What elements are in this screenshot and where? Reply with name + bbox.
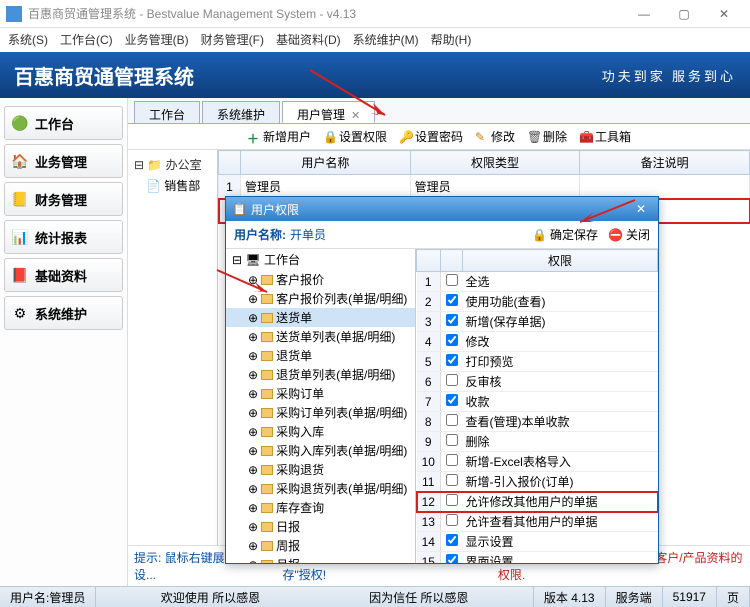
menu-3[interactable]: 财务管理(F) — [195, 28, 270, 52]
perm-tree-item[interactable]: ⊕月报 — [226, 555, 415, 563]
perm-tree-item[interactable]: ⊕日报 — [226, 517, 415, 536]
menu-6[interactable]: 帮助(H) — [425, 28, 478, 52]
perm-checkbox[interactable] — [446, 474, 458, 486]
perm-tree-item[interactable]: ⊕库存查询 — [226, 498, 415, 517]
menu-1[interactable]: 工作台(C) — [54, 28, 119, 52]
perm-tree-item[interactable]: ⊕采购退货 — [226, 460, 415, 479]
sidebar-item-5[interactable]: ⚙系统维护 — [4, 296, 123, 330]
sidebar-item-4[interactable]: 📕基础资料 — [4, 258, 123, 292]
perm-row[interactable]: 9删除 — [417, 432, 658, 452]
perm-tree-item[interactable]: ⊕周报 — [226, 536, 415, 555]
user-name-value: 开单员 — [290, 226, 326, 243]
perm-row[interactable]: 14显示设置 — [417, 532, 658, 552]
status-user: 用户名:管理员 — [0, 587, 96, 607]
sidebar: 🟢工作台 🏠业务管理 📒财务管理 📊统计报表 📕基础资料 ⚙系统维护 — [0, 98, 128, 586]
close-button[interactable]: ✕ — [704, 0, 744, 28]
status-server: 服务端 — [606, 587, 663, 607]
maximize-button[interactable]: ▢ — [664, 0, 704, 28]
perm-checkbox[interactable] — [446, 434, 458, 446]
perm-checkbox[interactable] — [446, 534, 458, 546]
perm-row[interactable]: 11新增-引入报价(订单) — [417, 472, 658, 492]
dept-tree[interactable]: ⊟ 📁 办公室 📄 销售部 — [128, 150, 218, 586]
banner-slogan: 功夫到家 服务到心 — [602, 66, 736, 85]
sidebar-item-1[interactable]: 🏠业务管理 — [4, 144, 123, 178]
tab-1[interactable]: 系统维护 — [202, 101, 280, 123]
app-icon — [6, 6, 22, 22]
status-pages: 页 — [717, 587, 750, 607]
sidebar-item-0[interactable]: 🟢工作台 — [4, 106, 123, 140]
lock-icon: 🔒 — [532, 228, 547, 242]
status-bar: 用户名:管理员 欢迎使用 所以感恩 因为信任 所以感恩 版本 4.13 服务端 … — [0, 586, 750, 607]
perm-tree-item[interactable]: ⊕采购入库 — [226, 422, 415, 441]
window-title: 百惠商贸通管理系统 - Bestvalue Management System … — [28, 5, 624, 22]
perm-row[interactable]: 10新增-Excel表格导入 — [417, 452, 658, 472]
menubar: 系统(S)工作台(C)业务管理(B)财务管理(F)基础资料(D)系统维护(M)帮… — [0, 28, 750, 52]
status-version: 版本 4.13 — [534, 587, 606, 607]
menu-0[interactable]: 系统(S) — [2, 28, 54, 52]
perm-checkbox[interactable] — [446, 514, 458, 526]
tab-0[interactable]: 工作台 — [134, 101, 200, 123]
menu-5[interactable]: 系统维护(M) — [347, 28, 425, 52]
perm-tree-item[interactable]: ⊕采购入库列表(单据/明细) — [226, 441, 415, 460]
menu-4[interactable]: 基础资料(D) — [270, 28, 347, 52]
sidebar-item-2[interactable]: 📒财务管理 — [4, 182, 123, 216]
perm-tree-item[interactable]: ⊕采购退货列表(单据/明细) — [226, 479, 415, 498]
perm-checkbox[interactable] — [446, 494, 458, 506]
sidebar-item-3[interactable]: 📊统计报表 — [4, 220, 123, 254]
menu-2[interactable]: 业务管理(B) — [119, 28, 195, 52]
banner-title: 百惠商贸通管理系统 — [14, 61, 194, 90]
perm-checkbox[interactable] — [446, 454, 458, 466]
perm-checkbox[interactable] — [446, 554, 458, 563]
toolbtn-0[interactable]: ＋新增用户 — [247, 128, 311, 145]
minimize-button[interactable]: — — [624, 0, 664, 28]
user-name-label: 用户名称: — [234, 226, 286, 243]
perm-row[interactable]: 13允许查看其他用户的单据 — [417, 512, 658, 532]
status-count: 51917 — [663, 587, 717, 607]
perm-row[interactable]: 12允许修改其他用户的单据 — [417, 492, 658, 512]
perm-row[interactable]: 15界面设置 — [417, 552, 658, 564]
